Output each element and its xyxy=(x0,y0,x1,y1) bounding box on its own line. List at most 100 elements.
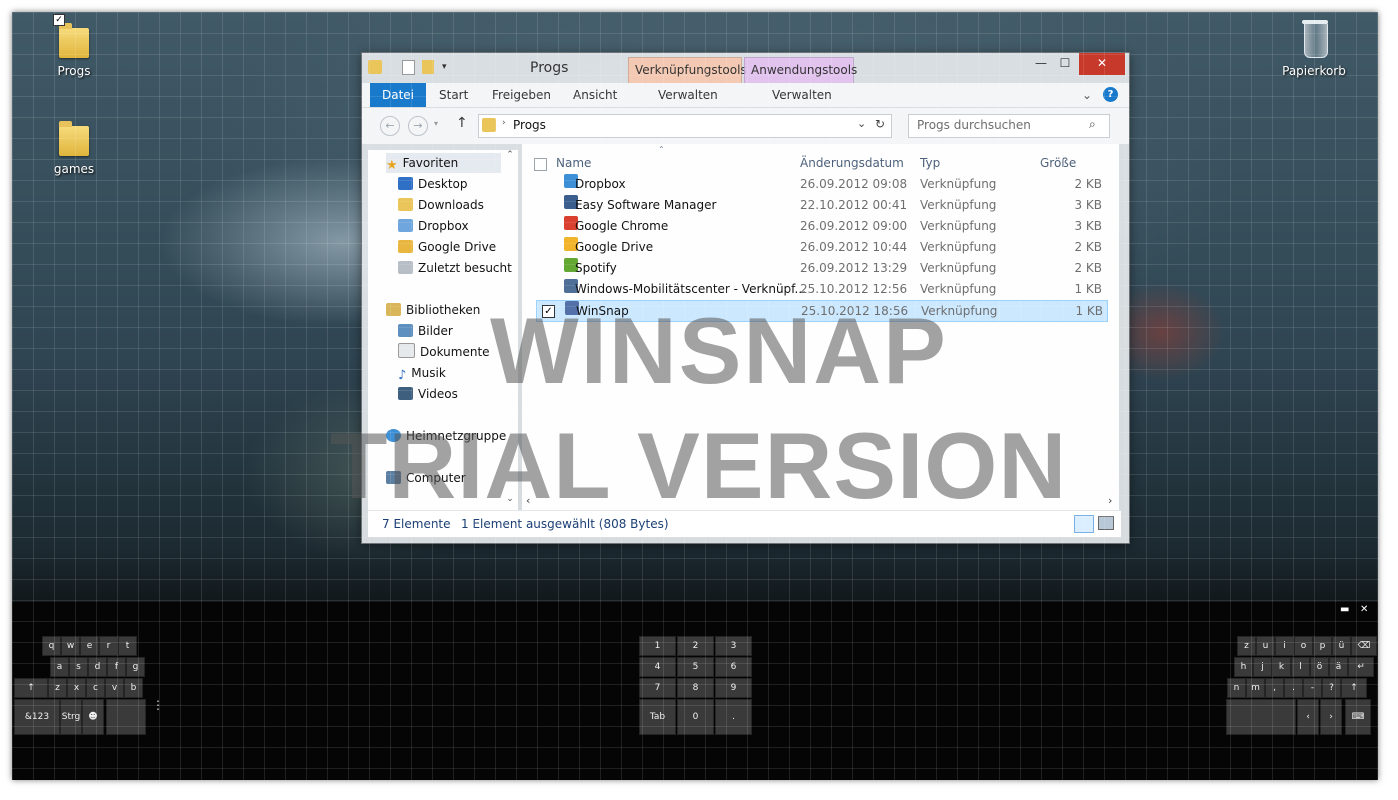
help-icon[interactable]: ? xyxy=(1103,87,1118,102)
tab-verknuepfungstools[interactable]: Verknüpfungstools xyxy=(628,57,747,85)
nav-item-desktop[interactable]: Desktop xyxy=(398,174,468,194)
key[interactable]: ‹ xyxy=(1297,699,1319,735)
nav-favorites[interactable]: ★ Favoriten xyxy=(386,153,501,173)
key[interactable]: u xyxy=(1256,636,1275,656)
details-view-icon[interactable] xyxy=(1074,515,1094,533)
key[interactable]: c xyxy=(86,678,105,698)
properties-icon[interactable] xyxy=(402,60,415,75)
key[interactable]: ↑ xyxy=(1341,678,1367,698)
address-dropdown-icon[interactable]: ⌄ xyxy=(857,117,866,130)
nav-item-videos[interactable]: Videos xyxy=(398,384,458,404)
nav-item-google-drive[interactable]: Google Drive xyxy=(398,237,496,257)
file-row[interactable]: Spotify 26.09.2012 13:29 Verknüpfung 2 KB xyxy=(536,258,1106,278)
nav-item-bilder[interactable]: Bilder xyxy=(398,321,453,341)
key[interactable]: , xyxy=(1265,678,1284,698)
forward-button[interactable]: → xyxy=(408,116,428,136)
key[interactable]: f xyxy=(107,657,126,677)
key[interactable]: z xyxy=(48,678,67,698)
scroll-left-icon[interactable]: ‹ xyxy=(526,494,530,507)
key[interactable]: ⌨ xyxy=(1345,699,1371,735)
tab-anwendungstools[interactable]: Anwendungstools xyxy=(744,57,857,85)
search-icon[interactable]: ⌕ xyxy=(1089,117,1096,132)
scroll-down-icon[interactable]: ⌄ xyxy=(504,494,516,504)
scroll-up-icon[interactable]: ⌃ xyxy=(504,150,516,160)
file-row[interactable]: Easy Software Manager 22.10.2012 00:41 Ver… xyxy=(536,195,1106,215)
space-key[interactable] xyxy=(106,699,146,735)
minimize-button[interactable]: — xyxy=(1029,53,1053,75)
key[interactable]: o xyxy=(1294,636,1313,656)
column-header-name[interactable]: Name xyxy=(556,156,591,170)
key[interactable]: e xyxy=(80,636,99,656)
numpad-key[interactable]: 6 xyxy=(715,657,752,677)
key[interactable]: ü xyxy=(1332,636,1351,656)
key[interactable]: a xyxy=(50,657,69,677)
key[interactable]: m xyxy=(1246,678,1265,698)
key[interactable]: k xyxy=(1272,657,1291,677)
desktop-icon-progs[interactable]: ✓ Progs xyxy=(34,14,114,78)
nav-item-musik[interactable]: ♪ Musik xyxy=(398,363,446,383)
column-header-type[interactable]: Typ xyxy=(920,156,940,170)
key[interactable]: l xyxy=(1291,657,1310,677)
numpad-key[interactable]: 0 xyxy=(677,699,714,735)
tab-freigeben[interactable]: Freigeben xyxy=(492,83,551,107)
chevron-down-icon[interactable]: ▾ xyxy=(442,60,456,74)
key[interactable]: - xyxy=(1303,678,1322,698)
nav-computer[interactable]: Computer xyxy=(386,468,466,488)
keyboard-more-icon[interactable]: ⋮ xyxy=(152,698,164,712)
key[interactable]: ä xyxy=(1329,657,1348,677)
key[interactable]: ↵ xyxy=(1348,657,1374,677)
row-checkbox[interactable]: ✓ xyxy=(542,305,555,318)
key[interactable]: b xyxy=(124,678,143,698)
numpad-key[interactable]: 1 xyxy=(639,636,676,656)
key[interactable]: &123 xyxy=(14,699,60,735)
tab-datei[interactable]: Datei xyxy=(370,83,427,107)
file-row[interactable]: Google Drive 26.09.2012 10:44 Verknüpfung 2… xyxy=(536,237,1106,257)
horizontal-scrollbar[interactable]: ‹ › xyxy=(522,494,1119,508)
key[interactable]: x xyxy=(67,678,86,698)
recent-locations-icon[interactable]: ▾ xyxy=(434,119,438,128)
key[interactable]: ⌫ xyxy=(1351,636,1377,656)
key[interactable]: g xyxy=(126,657,145,677)
select-all-checkbox[interactable] xyxy=(534,158,547,171)
refresh-icon[interactable]: ↻ xyxy=(875,117,885,131)
key[interactable]: ↑ xyxy=(14,678,48,698)
back-button[interactable]: ← xyxy=(380,116,400,136)
nav-item-dokumente[interactable]: Dokumente xyxy=(398,342,490,362)
key[interactable]: . xyxy=(1284,678,1303,698)
key[interactable]: h xyxy=(1234,657,1253,677)
tab-ansicht[interactable]: Ansicht xyxy=(573,83,617,107)
nav-item-dropbox[interactable]: Dropbox xyxy=(398,216,469,236)
close-button[interactable]: ✕ xyxy=(1079,53,1125,75)
numpad-key[interactable]: 9 xyxy=(715,678,752,698)
space-key[interactable] xyxy=(1226,699,1296,735)
key[interactable]: ? xyxy=(1322,678,1341,698)
new-folder-icon[interactable] xyxy=(422,60,434,74)
nav-scrollbar[interactable]: ⌃ ⌄ xyxy=(504,150,516,510)
key[interactable]: t xyxy=(118,636,137,656)
desktop-icon-games[interactable]: games xyxy=(34,118,114,176)
key[interactable]: p xyxy=(1313,636,1332,656)
tab-start[interactable]: Start xyxy=(439,83,468,107)
numpad-key[interactable]: . xyxy=(715,699,752,735)
file-row[interactable]: Dropbox 26.09.2012 09:08 Verknüpfung 2 KB xyxy=(536,174,1106,194)
key[interactable]: ö xyxy=(1310,657,1329,677)
address-bar[interactable]: › Progs ⌄ ↻ xyxy=(478,114,892,138)
keyboard-dock-icon[interactable]: ▬ xyxy=(1340,604,1349,615)
key[interactable]: w xyxy=(61,636,80,656)
key[interactable]: Strg xyxy=(60,699,82,735)
nav-homegroup[interactable]: Heimnetzgruppe xyxy=(386,426,506,446)
numpad-key[interactable]: 8 xyxy=(677,678,714,698)
search-input[interactable]: Progs durchsuchen ⌕ xyxy=(908,114,1110,138)
file-row[interactable]: ✓ WinSnap 25.10.2012 18:56 Verknüpfung 1 KB xyxy=(536,300,1108,322)
title-bar[interactable]: ▾ Progs Verknüpfungstools Anwendungstool… xyxy=(362,53,1129,85)
key[interactable]: v xyxy=(105,678,124,698)
maximize-button[interactable]: ☐ xyxy=(1053,53,1077,75)
numpad-key[interactable]: 7 xyxy=(639,678,676,698)
tab-verwalten-app[interactable]: Verwalten xyxy=(772,83,832,107)
key[interactable]: n xyxy=(1227,678,1246,698)
numpad-key[interactable]: Tab xyxy=(639,699,676,735)
numpad-key[interactable]: 2 xyxy=(677,636,714,656)
tab-verwalten-shortcut[interactable]: Verwalten xyxy=(658,83,718,107)
column-header-date[interactable]: Änderungsdatum xyxy=(800,156,904,170)
numpad-key[interactable]: 3 xyxy=(715,636,752,656)
